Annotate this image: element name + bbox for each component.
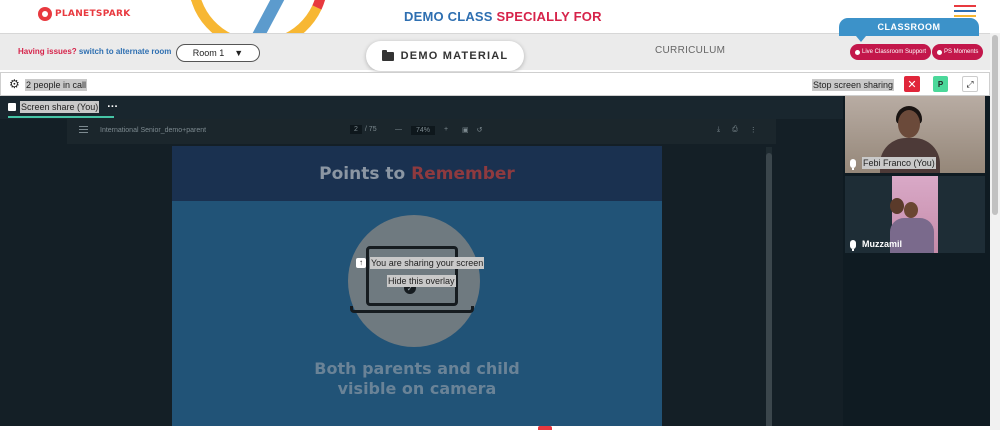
folder-icon (381, 49, 394, 61)
tab-demo-material-label: DEMO MATERIAL (400, 50, 509, 62)
pdf-scrollbar[interactable] (766, 147, 772, 430)
call-header: ⚙ 2 people in call Stop screen sharing ✕… (0, 72, 990, 96)
sharing-message-text: You are sharing your screen (370, 257, 485, 269)
slide-title-plain: Points to (319, 163, 406, 184)
pdf-title: International Senior_demo+parent (100, 127, 207, 134)
zoom-out-button[interactable]: — (395, 126, 402, 135)
pdf-slide: Points to Remember ✓ ↑ You are sharing y… (172, 146, 662, 426)
participant-tile[interactable]: Febi Franco (You) (845, 96, 985, 173)
bottom-marker (538, 426, 552, 430)
pdf-page-input[interactable]: 2 (350, 125, 362, 134)
logo-mark-icon (38, 7, 52, 21)
download-icon[interactable]: ⤓ (717, 126, 720, 134)
participant-label: Muzzamil (850, 239, 903, 251)
stop-screen-sharing-label: Stop screen sharing (812, 79, 895, 91)
gear-icon[interactable]: ⚙ (9, 78, 21, 90)
classroom-badge: CLASSROOM (839, 18, 979, 42)
participant-name: Muzzamil (862, 239, 903, 249)
print-icon[interactable]: ⎙ (732, 126, 738, 134)
planetspark-logo[interactable]: PLANETSPARK (38, 6, 131, 22)
support-icon (855, 49, 860, 55)
room-select[interactable]: Room 1 ▼ (176, 44, 260, 62)
video-stage: Screen share (You) ··· International Sen… (0, 96, 990, 430)
p-button[interactable]: P (933, 76, 948, 92)
class-toolbar: Having issues? switch to alternate room … (0, 18, 1000, 71)
slide-caption: Both parents and child visible on camera (172, 359, 662, 399)
moments-button-label: PS Moments (944, 49, 979, 55)
alternate-room-link[interactable]: switch to alternate room (79, 47, 171, 56)
participant-face (904, 202, 918, 218)
participant-face (890, 198, 904, 214)
ps-moments-button[interactable]: PS Moments (932, 44, 984, 60)
app-window: PLANETSPARK DEMO CLASS SPECIALLY FOR Hav… (0, 0, 1000, 430)
hamburger-menu-icon[interactable] (954, 5, 976, 19)
screen-share-icon (8, 103, 16, 111)
issues-notice: Having issues? switch to alternate room (18, 47, 171, 56)
bottom-strip (0, 426, 990, 430)
pdf-menu-icon[interactable] (79, 126, 88, 133)
laptop-base-icon (350, 306, 474, 313)
mic-icon (850, 158, 856, 170)
hide-overlay-button[interactable]: Hide this overlay (387, 275, 456, 287)
page-scrollbar[interactable] (990, 33, 1000, 430)
tab-demo-material[interactable]: DEMO MATERIAL (366, 41, 524, 71)
participant-label: Febi Franco (You) (850, 157, 936, 170)
participant-tiles: Febi Franco (You) Muzzamil (845, 96, 985, 256)
pdf-toolbar: International Senior_demo+parent 2/ 75 —… (67, 119, 776, 144)
participant-name: Febi Franco (You) (862, 157, 936, 169)
fit-page-icon[interactable]: ▣ (462, 126, 469, 134)
pdf-page-indicator: 2/ 75 (350, 125, 377, 134)
people-in-call: 2 people in call (25, 79, 88, 91)
logo-text: PLANETSPARK (55, 9, 131, 19)
stop-sharing-close-icon[interactable]: ✕ (904, 76, 920, 92)
support-button-label: Live Classroom Support (862, 49, 927, 55)
screen-share-tab[interactable]: Screen share (You) ··· (8, 101, 118, 113)
screen-share-tab-label: Screen share (You) (20, 101, 100, 113)
pdf-view-tools: ▣ ↺ (462, 126, 483, 134)
participant-face (898, 110, 920, 138)
sharing-overlay-message: ↑ You are sharing your screen (356, 257, 485, 269)
headline-demo-class: DEMO CLASS (404, 9, 493, 24)
page-headline: DEMO CLASS SPECIALLY FOR (404, 9, 602, 24)
slide-body: ✓ ↑ You are sharing your screen Hide thi… (172, 201, 662, 426)
slide-caption-line1: Both parents and child (314, 359, 520, 378)
moments-icon (937, 49, 942, 55)
slide-caption-line2: visible on camera (337, 379, 497, 398)
participant-tile[interactable]: Muzzamil (845, 176, 985, 253)
shared-screen: International Senior_demo+parent 2/ 75 —… (0, 119, 843, 430)
live-classroom-support-button[interactable]: Live Classroom Support (850, 44, 932, 60)
headline-specially-for: SPECIALLY FOR (496, 9, 602, 24)
slide-header: Points to Remember (172, 146, 662, 201)
caret-down-icon: ▼ (234, 48, 244, 58)
zoom-value[interactable]: 74% (411, 126, 436, 135)
slide-title: Points to Remember (319, 164, 515, 184)
active-tab-indicator (8, 116, 114, 118)
zoom-in-button[interactable]: + (444, 126, 448, 135)
screen-share-tabbar: Screen share (You) ··· (0, 96, 843, 119)
pdf-page-total: / 75 (364, 126, 377, 133)
tab-curriculum[interactable]: CURRICULUM (655, 45, 725, 56)
share-upload-icon: ↑ (356, 258, 366, 268)
room-select-value: Room 1 (192, 48, 225, 58)
more-options-icon[interactable]: ··· (107, 101, 118, 113)
rotate-icon[interactable]: ↺ (477, 126, 483, 134)
issues-label: Having issues? (18, 47, 77, 56)
mic-icon (850, 239, 856, 251)
expand-icon[interactable]: ⤢ (962, 76, 978, 92)
pdf-actions: ⤓ ⎙ ⋮ (717, 126, 757, 134)
more-vert-icon[interactable]: ⋮ (750, 126, 757, 134)
pdf-zoom-controls: — 74% + (395, 126, 448, 135)
slide-title-accent: Remember (411, 163, 515, 184)
